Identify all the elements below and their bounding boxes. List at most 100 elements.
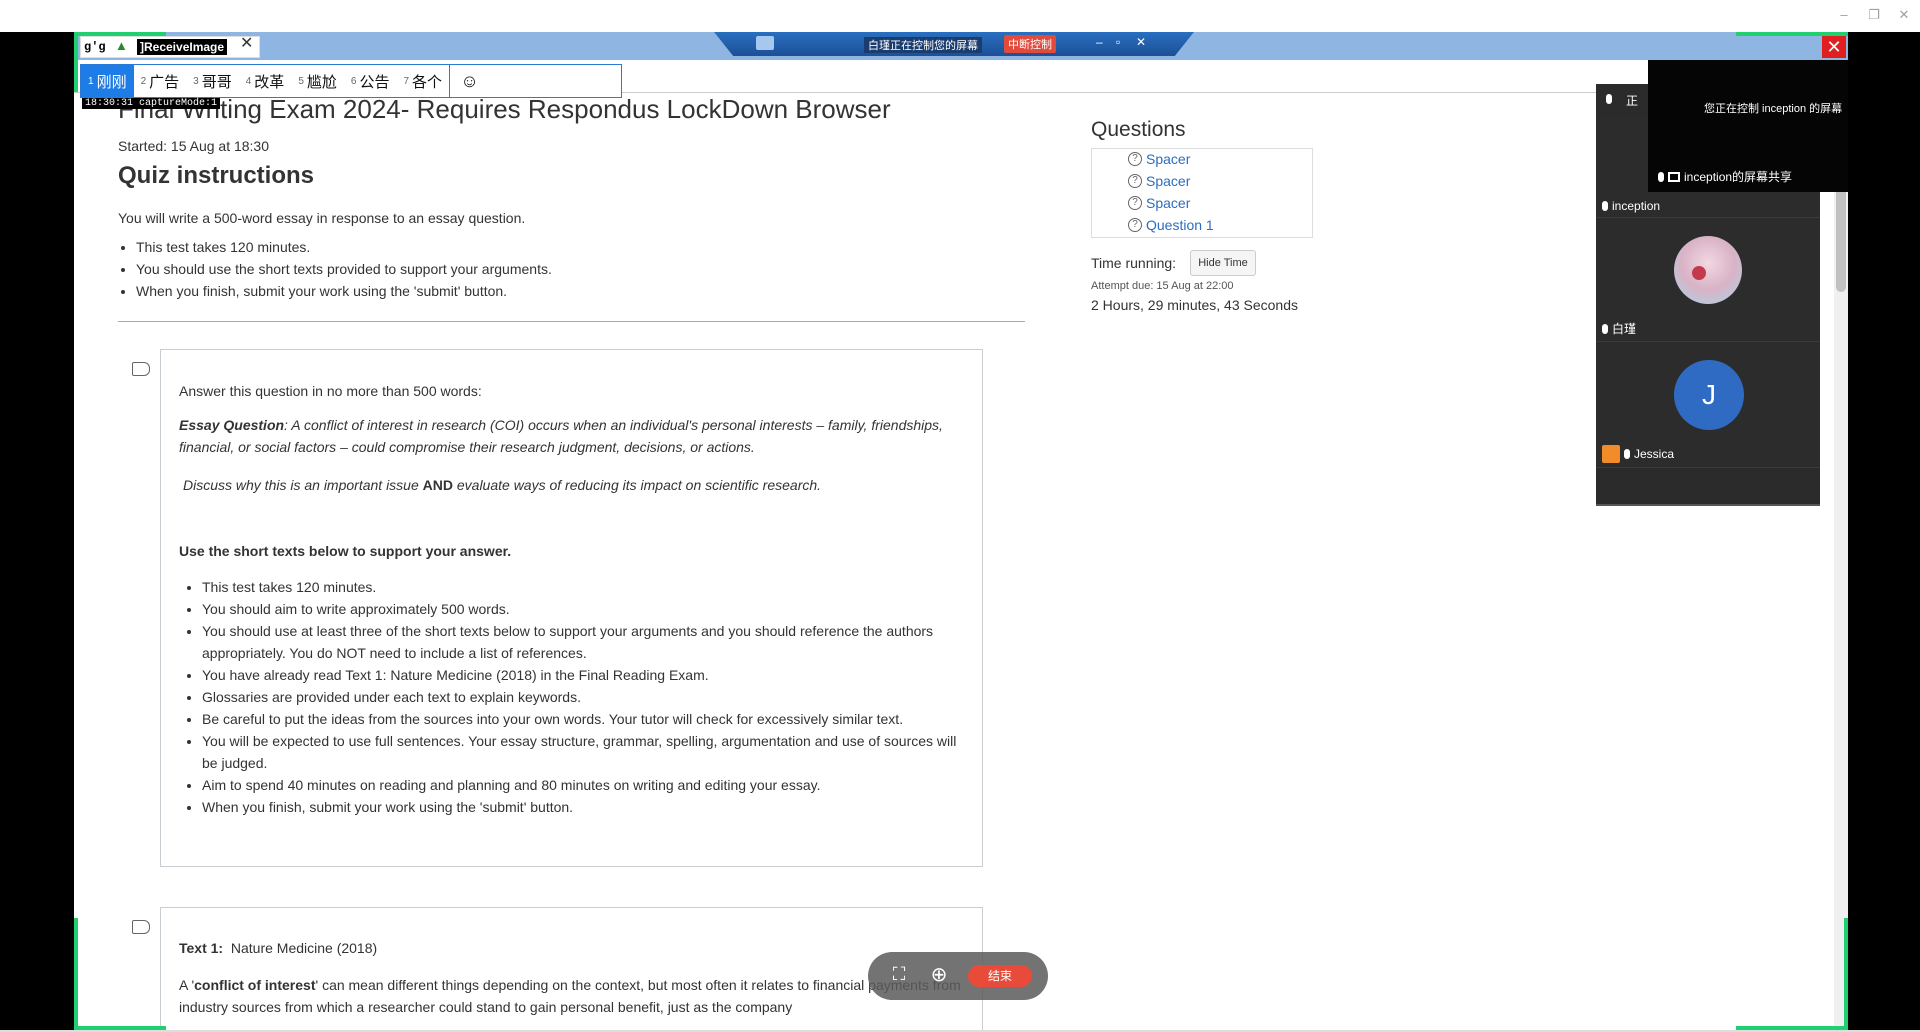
screen-share-icon	[1668, 171, 1680, 182]
tab-number: 6	[350, 75, 357, 87]
discuss-part-b: evaluate ways of reducing its impact on …	[452, 477, 822, 493]
capture-tab[interactable]: g'g ▲ ]ReceiveImage	[80, 36, 260, 58]
minimize-button[interactable]: –	[1832, 4, 1856, 26]
essay-question: Essay Question: A conflict of interest i…	[179, 414, 969, 458]
started-time: Started: 15 Aug at 18:30	[118, 138, 270, 154]
list-item: You should aim to write approximately 50…	[202, 598, 972, 620]
tab-label: 尴尬	[306, 73, 337, 91]
left-letterbox	[0, 32, 74, 1032]
image-icon: ▲	[115, 38, 128, 53]
exam-title: Final Writing Exam 2024- Requires Respon…	[118, 94, 891, 124]
close-remote-button[interactable]: ✕	[1822, 36, 1846, 58]
close-button[interactable]: ✕	[1136, 35, 1146, 49]
para-part-a: A '	[179, 977, 195, 993]
question-mark-icon: ?	[1128, 174, 1142, 188]
capture-corner	[74, 1026, 166, 1030]
question-link-label: Question 1	[1146, 217, 1214, 233]
question-mark-icon: ?	[1128, 218, 1142, 232]
question-mark-icon: ?	[1128, 196, 1142, 210]
capture-corner	[74, 32, 78, 92]
capture-tab-label: ]ReceiveImage	[137, 39, 228, 55]
questions-list: ? Spacer ? Spacer ? Spacer ? Question 1	[1091, 148, 1313, 238]
essay-label: Essay Question	[179, 417, 285, 433]
participant-name: 白瑾	[1602, 320, 1636, 337]
question-link-label: Spacer	[1146, 195, 1191, 211]
maximize-button[interactable]: ▫	[1116, 35, 1120, 49]
tab-1[interactable]: 1 刚刚	[81, 65, 134, 97]
participant-name-label: 白瑾	[1612, 322, 1637, 336]
mic-icon	[1606, 94, 1612, 104]
control-popup-text: 您正在控制 inception 的屏幕	[1704, 103, 1843, 115]
list-item: When you finish, submit your work using …	[136, 280, 552, 302]
control-message: 白瑾正在控制您的屏幕	[864, 37, 982, 53]
emoji-button[interactable]: ☺	[449, 65, 489, 97]
capture-corner	[1736, 32, 1848, 36]
restore-button[interactable]: ❐	[1862, 4, 1886, 26]
time-running-label: Time running:	[1091, 255, 1177, 271]
capture-corner	[74, 32, 166, 36]
mic-icon	[1624, 449, 1630, 459]
hide-time-button[interactable]: Hide Time	[1190, 250, 1256, 276]
tab-7[interactable]: 7 各个	[396, 65, 449, 97]
participant-name-label: Jessica	[1634, 447, 1675, 461]
list-item: You should use at least three of the sho…	[202, 620, 972, 664]
screen-share-text: inception的屏幕共享	[1684, 170, 1793, 184]
mic-icon	[1602, 323, 1608, 334]
control-popup: 您正在控制 inception 的屏幕 inception的屏幕共享	[1648, 54, 1848, 192]
participant-tile[interactable]: J Jessica	[1596, 342, 1820, 468]
requirements-list: This test takes 120 minutes. You should …	[202, 576, 972, 818]
end-button[interactable]: 结束	[968, 965, 1032, 987]
mic-icon	[1602, 201, 1608, 211]
capture-corner	[74, 918, 78, 1030]
flag-question-icon[interactable]	[132, 362, 150, 376]
tab-label: 各个	[412, 73, 443, 91]
participant-tile[interactable]: 白瑾	[1596, 218, 1820, 342]
remote-screen[interactable]: Final Writing Exam 2024- Requires Respon…	[74, 32, 1848, 1030]
minimize-button[interactable]: –	[1096, 35, 1103, 49]
candidate-tabstrip: 1 刚刚 2 广告 3 哥哥 4 改革 5 尴尬 6 公告 7 各个 ☺	[80, 64, 622, 98]
attempt-due: Attempt due: 15 Aug at 22:00	[1091, 280, 1234, 292]
question-link[interactable]: ? Question 1	[1128, 217, 1214, 233]
tab-5[interactable]: 5 尴尬	[291, 65, 344, 97]
questions-heading: Questions	[1091, 118, 1186, 141]
tab-number: 5	[298, 75, 304, 87]
tab-2[interactable]: 2 广告	[134, 65, 187, 97]
list-item: When you finish, submit your work using …	[202, 796, 972, 818]
para-term: conflict of interest	[194, 977, 316, 993]
question-prompt: Answer this question in no more than 500…	[179, 383, 482, 399]
capture-corner	[1736, 1026, 1848, 1030]
list-item: This test takes 120 minutes.	[202, 576, 972, 598]
list-item: Glossaries are provided under each text …	[202, 686, 972, 708]
discuss-part-a: Discuss why this is an important issue	[183, 477, 423, 493]
intro-text: You will write a 500-word essay in respo…	[118, 210, 526, 226]
remote-control-bar: 白瑾正在控制您的屏幕 中断控制 – ▫ ✕	[714, 32, 1194, 56]
participant-name: inception	[1602, 199, 1660, 213]
discuss-text: Discuss why this is an important issue A…	[183, 474, 973, 496]
question-mark-icon: ?	[1128, 152, 1142, 166]
tab-number: 3	[193, 75, 199, 87]
signal-icon	[756, 36, 774, 50]
close-button[interactable]: ✕	[1892, 4, 1916, 26]
zoom-in-icon[interactable]: ⊕	[926, 962, 952, 988]
avatar: J	[1674, 360, 1744, 430]
question-link-label: Spacer	[1146, 173, 1191, 189]
divider	[118, 321, 1025, 322]
avatar-detail	[1692, 266, 1706, 280]
text-box: Text 1: Nature Medicine (2018) A 'confli…	[160, 907, 983, 1030]
question-link[interactable]: ? Spacer	[1128, 195, 1190, 211]
tab-3[interactable]: 3 哥哥	[186, 65, 239, 97]
question-link[interactable]: ? Spacer	[1128, 173, 1190, 189]
stop-control-button[interactable]: 中断控制	[1004, 35, 1056, 53]
flag-question-icon[interactable]	[132, 920, 150, 934]
discuss-and: AND	[422, 477, 453, 493]
screen-share-label: inception的屏幕共享	[1658, 168, 1792, 185]
floating-control-bar: ⛶ ⊕ 结束	[868, 952, 1048, 1000]
tab-6[interactable]: 6 公告	[344, 65, 397, 97]
tab-4[interactable]: 4 改革	[239, 65, 292, 97]
tab-label: 哥哥	[201, 73, 232, 91]
avatar	[1674, 236, 1742, 304]
question-link[interactable]: ? Spacer	[1128, 151, 1190, 167]
fullscreen-icon[interactable]: ⛶	[888, 964, 910, 986]
tab-number: 1	[88, 75, 94, 87]
close-icon[interactable]: ✕	[240, 33, 253, 53]
